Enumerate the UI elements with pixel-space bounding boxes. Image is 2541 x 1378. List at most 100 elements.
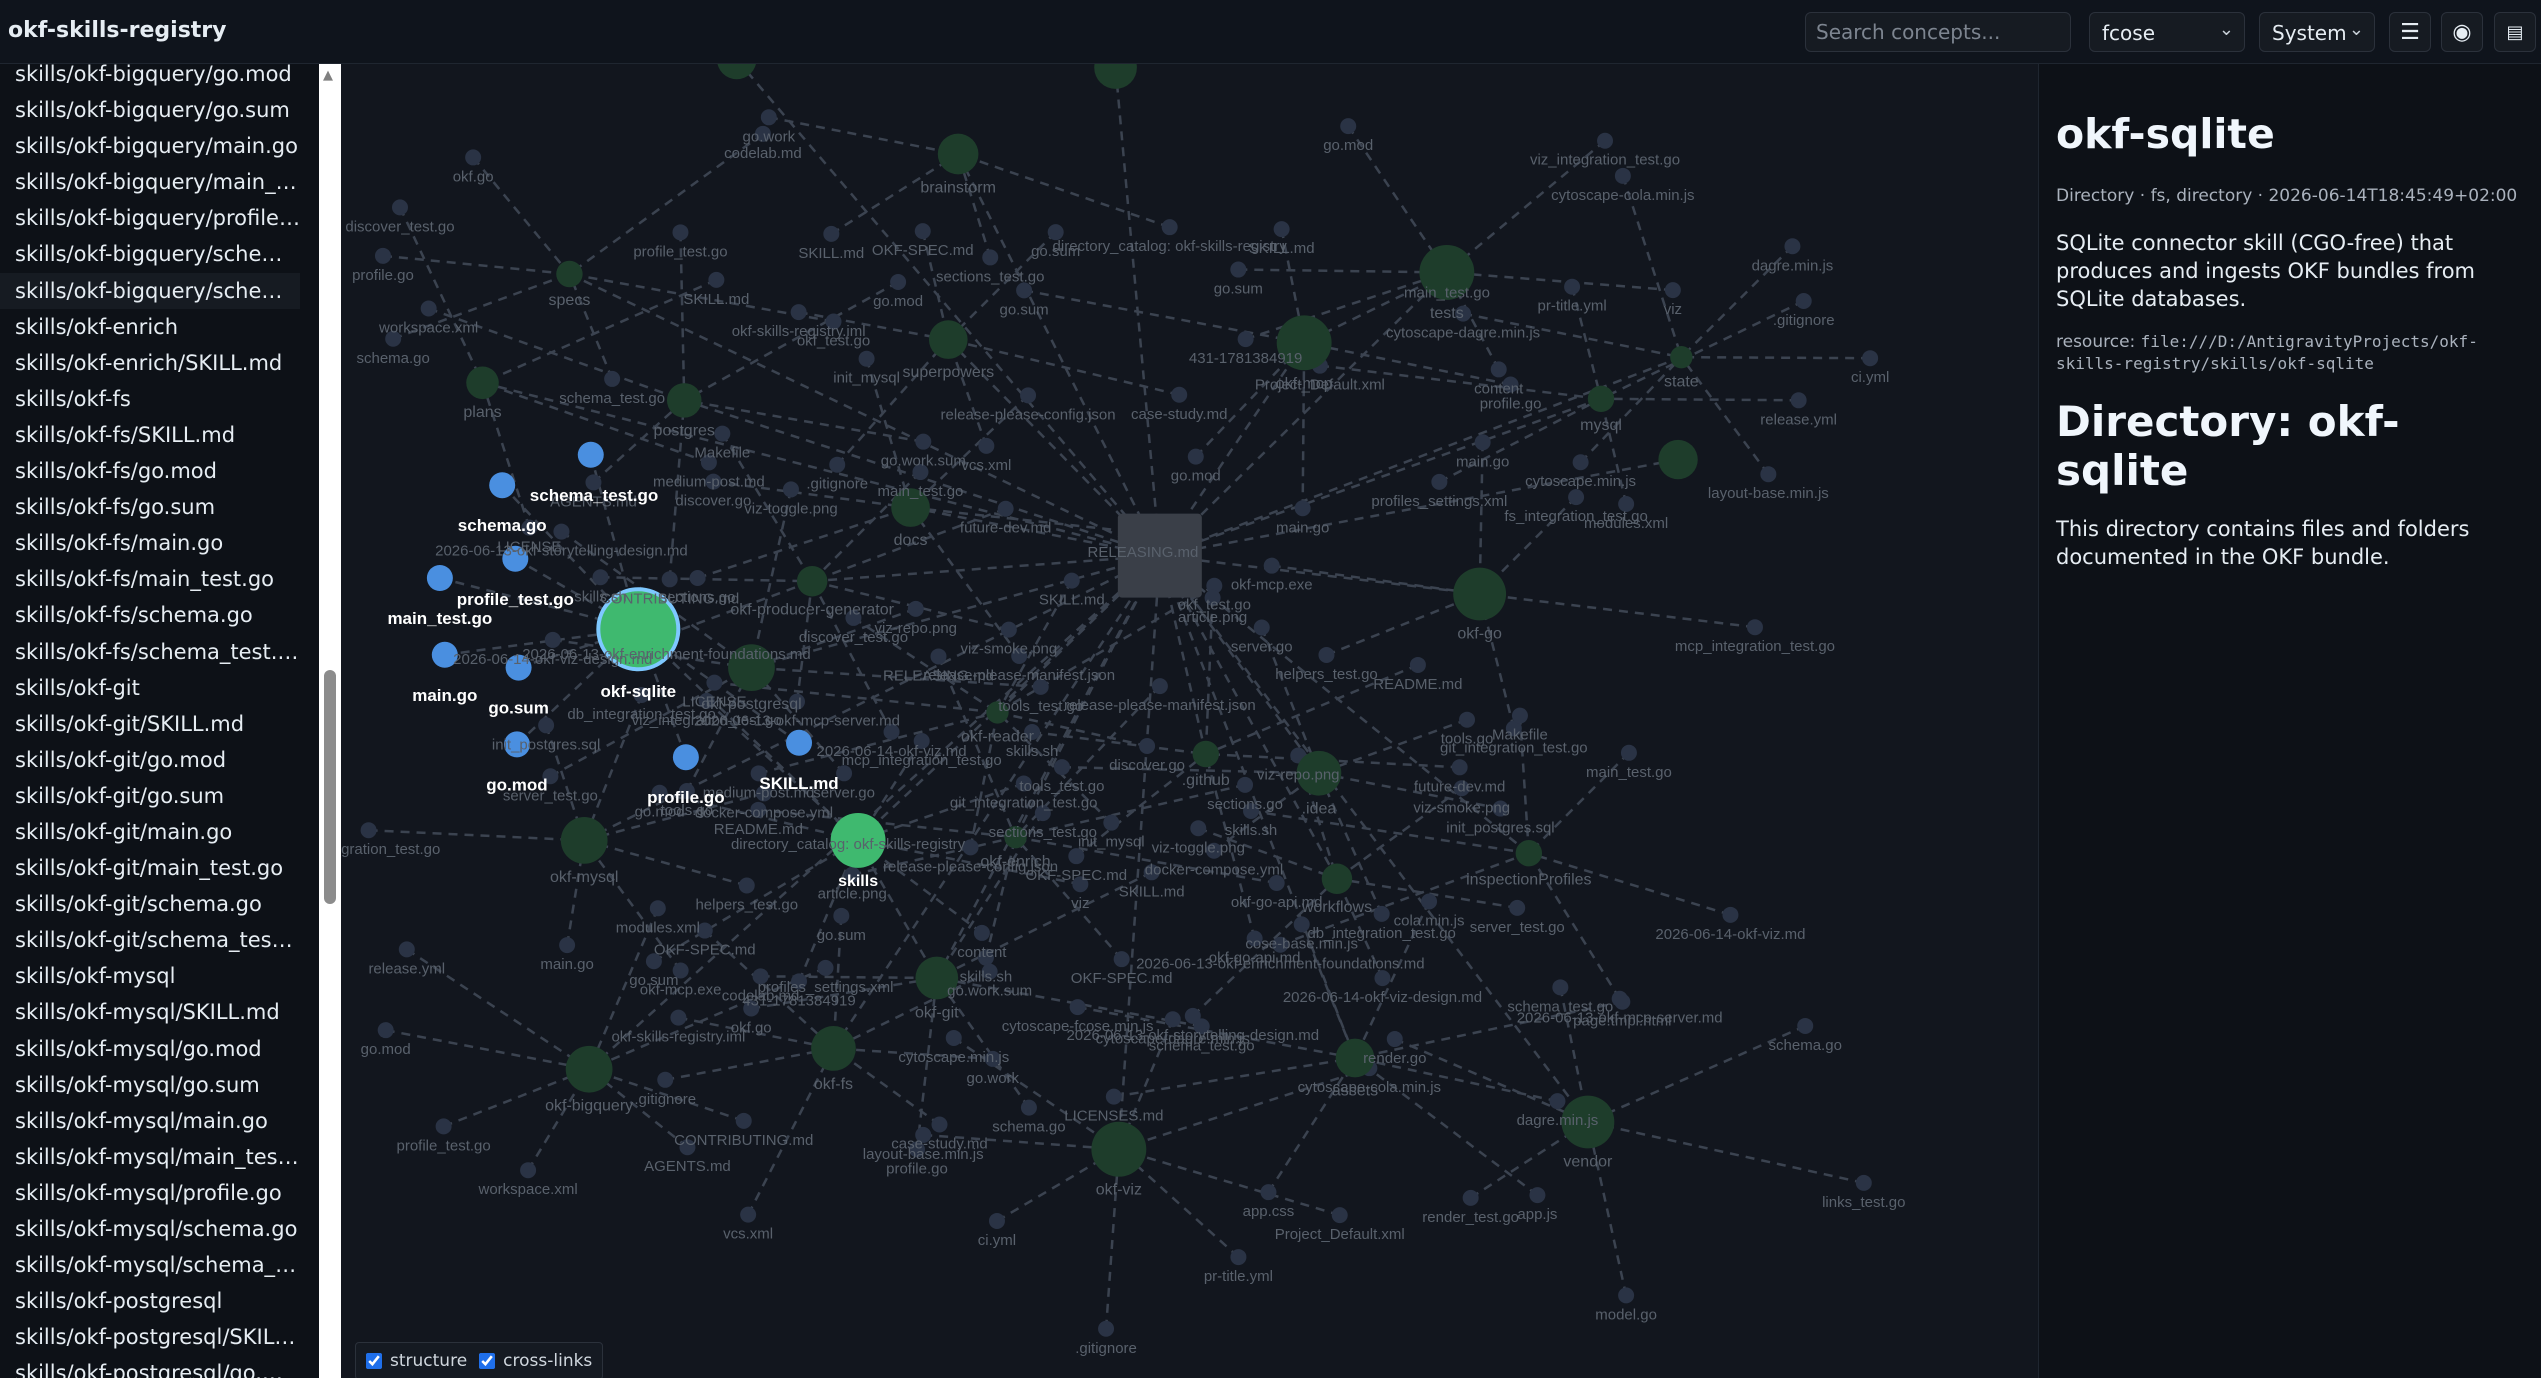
graph-highlight-node[interactable] (426, 565, 453, 591)
file-tree-item[interactable]: skills/okf-git/go.sum (0, 778, 300, 814)
graph-leaf-node[interactable] (1620, 744, 1637, 761)
graph-leaf-node[interactable] (538, 717, 555, 734)
graph-leaf-node[interactable] (1164, 1011, 1181, 1028)
graph-leaf-node[interactable] (982, 249, 999, 266)
graph-leaf-node[interactable] (604, 370, 621, 387)
graph-leaf-node[interactable] (1797, 1017, 1814, 1034)
graph-hub-node[interactable] (1094, 64, 1137, 89)
scrollbar-thumb[interactable] (324, 670, 336, 904)
graph-leaf-node[interactable] (1069, 999, 1086, 1016)
file-tree-item[interactable]: skills/okf-mysql (0, 958, 300, 994)
graph-leaf-node[interactable] (1572, 454, 1589, 471)
search-input[interactable] (1805, 12, 2071, 52)
graph-leaf-node[interactable] (738, 877, 755, 894)
file-tree-item[interactable]: skills/okf-fs/schema_test.go (0, 634, 300, 670)
structure-checkbox[interactable] (366, 1353, 382, 1369)
graph-leaf-node[interactable] (914, 223, 931, 240)
graph-leaf-node[interactable] (420, 300, 437, 317)
graph-leaf-node[interactable] (833, 907, 850, 924)
graph-leaf-node[interactable] (559, 937, 576, 954)
graph-leaf-node[interactable] (1260, 1184, 1277, 1201)
graph-leaf-node[interactable] (829, 456, 846, 473)
graph-leaf-node[interactable] (360, 822, 377, 839)
file-tree-item[interactable]: skills/okf-fs/go.sum (0, 489, 300, 525)
graph-leaf-node[interactable] (1331, 1207, 1348, 1224)
graph-leaf-node[interactable] (915, 433, 932, 450)
graph-leaf-node[interactable] (1000, 621, 1017, 638)
file-tree-item[interactable]: skills/okf-fs/main.go (0, 525, 300, 561)
graph-leaf-node[interactable] (931, 1116, 948, 1133)
graph-leaf-node[interactable] (649, 900, 666, 917)
graph-leaf-node[interactable] (1614, 167, 1631, 184)
graph-leaf-node[interactable] (1113, 951, 1130, 968)
file-tree-item[interactable]: skills/okf-mysql/main.go (0, 1103, 300, 1139)
graph-leaf-node[interactable] (1237, 776, 1254, 793)
file-tree-item[interactable]: skills/okf-git/schema_test.go (0, 922, 300, 958)
graph-hub-node[interactable] (811, 1026, 856, 1071)
graph-leaf-node[interactable] (1855, 1174, 1872, 1191)
graph-leaf-node[interactable] (890, 274, 907, 291)
graph-hub-node[interactable] (928, 320, 968, 359)
file-tree-item[interactable]: skills/okf-bigquery/profile.go (0, 200, 300, 236)
graph-hub-node[interactable] (666, 383, 702, 418)
graph-hub-node[interactable] (796, 565, 828, 597)
graph-leaf-node[interactable] (1273, 221, 1290, 238)
layout-select[interactable]: fcose ⌄ (2089, 12, 2245, 52)
graph-hub-node[interactable] (466, 366, 499, 400)
graph-leaf-node[interactable] (740, 1206, 757, 1223)
graph-leaf-node[interactable] (1151, 678, 1168, 695)
graph-leaf-node[interactable] (1511, 707, 1528, 724)
file-tree-item[interactable]: skills/okf-git/SKILL.md (0, 706, 300, 742)
graph-leaf-node[interactable] (1784, 238, 1801, 255)
graph-leaf-node[interactable] (672, 224, 689, 241)
graph-leaf-node[interactable] (661, 571, 678, 588)
graph-leaf-node[interactable] (1611, 990, 1628, 1007)
graph-leaf-node[interactable] (374, 247, 391, 264)
graph-leaf-node[interactable] (1746, 619, 1763, 636)
graph-leaf-node[interactable] (1421, 893, 1438, 910)
file-tree-item[interactable]: skills/okf-fs/main_test.go (0, 561, 300, 597)
graph-leaf-node[interactable] (760, 109, 777, 126)
file-tree-item[interactable]: skills/okf-git (0, 670, 300, 706)
file-tree-item[interactable]: skills/okf-git/schema.go (0, 886, 300, 922)
file-tree-item[interactable]: skills/okf-mysql/main_test.go (0, 1139, 300, 1175)
graph-leaf-node[interactable] (435, 1118, 452, 1135)
file-tree-item[interactable]: skills/okf-mysql/schema_te... (0, 1247, 300, 1283)
graph-leaf-node[interactable] (1431, 473, 1448, 490)
file-tree-item[interactable]: skills/okf-mysql/go.mod (0, 1031, 300, 1067)
scroll-up-arrow-icon[interactable]: ▲ (323, 68, 333, 83)
graph-leaf-node[interactable] (1318, 646, 1335, 663)
graph-leaf-node[interactable] (1459, 711, 1476, 728)
graph-leaf-node[interactable] (1187, 448, 1204, 465)
graph-leaf-node[interactable] (1340, 118, 1357, 135)
graph-leaf-node[interactable] (735, 1112, 752, 1129)
graph-leaf-node[interactable] (1564, 278, 1581, 295)
graph-canvas[interactable]: viz content 431-1781384919 go.sum go.mod viz_… (341, 64, 2038, 1378)
graph-leaf-node[interactable] (988, 1212, 1005, 1229)
file-tree-item[interactable]: skills/okf-mysql/go.sum (0, 1067, 300, 1103)
graph-leaf-node[interactable] (1462, 1189, 1479, 1206)
graph-leaf-node[interactable] (706, 674, 723, 691)
file-tree-item[interactable]: skills/okf-bigquery/go.mod (0, 64, 300, 92)
graph-hub-node[interactable] (1515, 839, 1543, 867)
graph-leaf-node[interactable] (520, 1162, 537, 1179)
graph-highlight-node[interactable] (489, 472, 516, 499)
file-tree-item[interactable]: skills/okf-postgresql/go.mod (0, 1355, 300, 1378)
graph-leaf-node[interactable] (714, 425, 731, 442)
graph-hub-node[interactable] (1091, 1121, 1147, 1177)
graph-leaf-node[interactable] (1568, 489, 1585, 506)
file-tree-item[interactable]: skills/okf-bigquery/main_te... (0, 164, 300, 200)
file-tree-item[interactable]: skills/okf-git/main.go (0, 814, 300, 850)
graph-leaf-node[interactable] (1020, 387, 1037, 404)
graph-hub-node[interactable] (565, 1045, 613, 1093)
graph-leaf-node[interactable] (398, 941, 415, 958)
graph-leaf-node[interactable] (1373, 905, 1390, 922)
file-tree-item[interactable]: skills/okf-bigquery/main.go (0, 128, 300, 164)
graph-leaf-node[interactable] (1529, 1187, 1546, 1204)
file-tree-item[interactable]: skills/okf-fs (0, 381, 300, 417)
graph-leaf-node[interactable] (945, 1029, 962, 1046)
toggle-panel-button[interactable]: ▤ (2494, 12, 2536, 52)
graph-leaf-node[interactable] (858, 350, 875, 367)
file-tree-item[interactable]: skills/okf-bigquery/go.sum (0, 92, 300, 128)
graph-leaf-node[interactable] (1664, 282, 1681, 299)
